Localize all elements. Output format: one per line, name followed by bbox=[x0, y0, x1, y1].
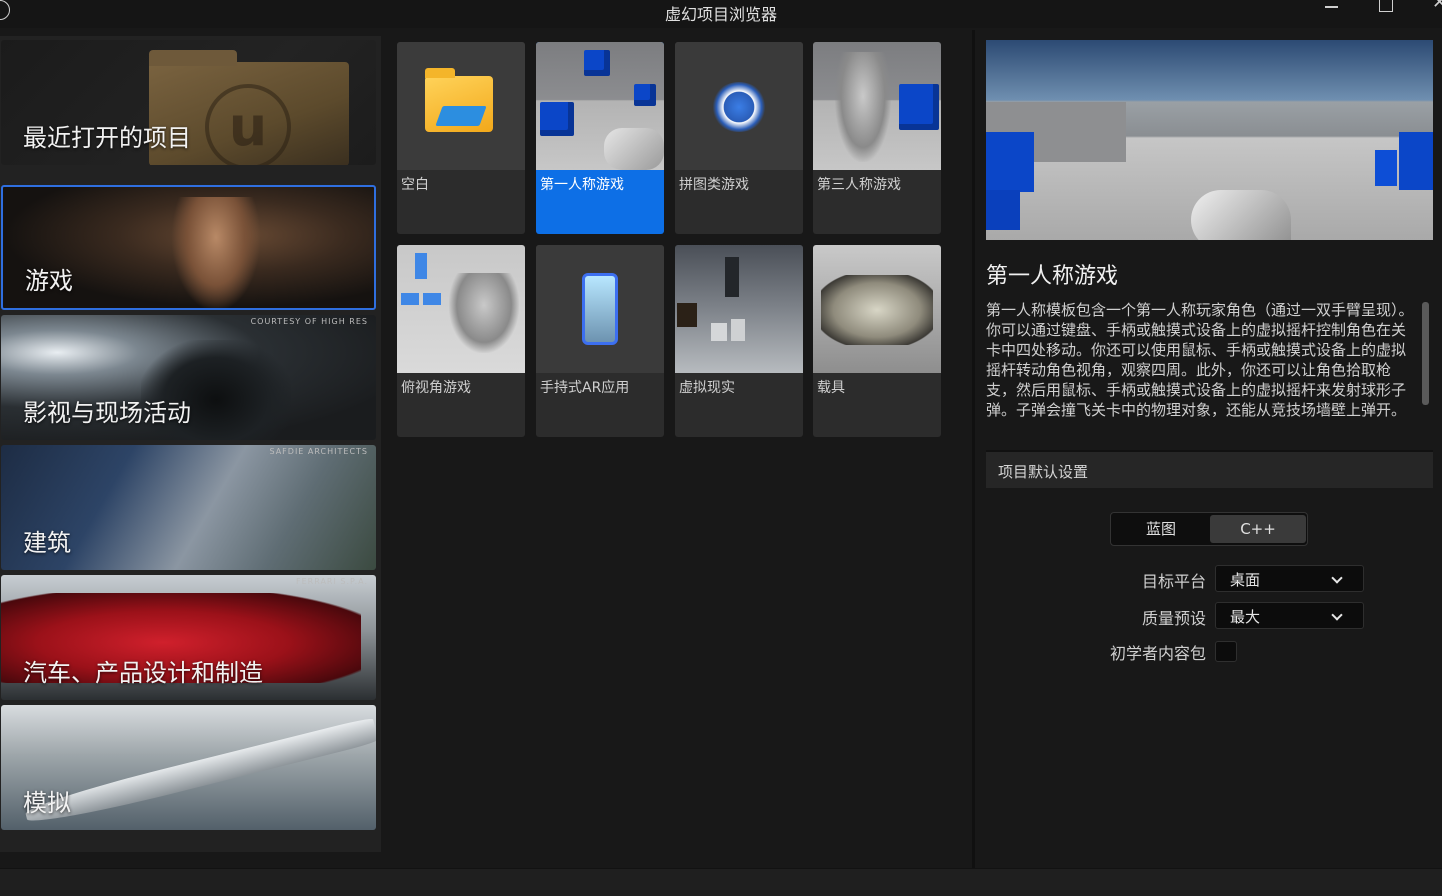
target-platform-select[interactable]: 桌面 bbox=[1215, 565, 1364, 592]
category-games[interactable]: 游戏 bbox=[1, 185, 376, 310]
category-label: 建筑 bbox=[23, 529, 71, 557]
unreal-logo-icon: u bbox=[205, 84, 291, 165]
blueprint-option[interactable]: 蓝图 bbox=[1113, 515, 1209, 543]
category-image bbox=[171, 197, 261, 308]
category-image bbox=[23, 716, 376, 830]
close-button[interactable]: ✕ bbox=[1420, 0, 1442, 24]
footer-bar bbox=[0, 868, 1442, 896]
description-scrollbar[interactable] bbox=[1422, 302, 1429, 405]
category-architecture[interactable]: SAFDIE ARCHITECTS 建筑 bbox=[1, 445, 376, 570]
template-preview-image bbox=[986, 40, 1433, 240]
category-label: 模拟 bbox=[23, 789, 71, 817]
quality-preset-select[interactable]: 最大 bbox=[1215, 602, 1364, 629]
template-name: 俯视角游戏 bbox=[401, 380, 471, 396]
template-name: 虚拟现实 bbox=[679, 380, 735, 396]
template-thumbnail bbox=[813, 245, 941, 373]
template-name: 空白 bbox=[401, 177, 429, 193]
template-handheld-ar[interactable]: 手持式AR应用 bbox=[536, 245, 664, 437]
category-simulation[interactable]: 模拟 bbox=[1, 705, 376, 830]
phone-icon bbox=[582, 273, 618, 345]
template-thumbnail bbox=[397, 42, 525, 170]
template-first-person[interactable]: 第一人称游戏 bbox=[536, 42, 664, 234]
template-name: 载具 bbox=[817, 380, 845, 396]
template-thumbnail bbox=[675, 42, 803, 170]
chevron-down-icon bbox=[1331, 572, 1343, 584]
car-image bbox=[821, 275, 933, 345]
title-bar: 虚幻项目浏览器 ✕ bbox=[0, 0, 1442, 28]
category-label: 影视与现场活动 bbox=[23, 399, 191, 427]
category-label: 游戏 bbox=[25, 267, 73, 295]
category-label: 最近打开的项目 bbox=[23, 124, 191, 152]
cpp-option[interactable]: C++ bbox=[1210, 515, 1306, 543]
template-thumbnail bbox=[675, 245, 803, 373]
template-top-down[interactable]: 俯视角游戏 bbox=[397, 245, 525, 437]
template-name: 第一人称游戏 bbox=[540, 177, 624, 193]
template-description: 第一人称模板包含一个第一人称玩家角色（通过一双手臂呈现）。你可以通过键盘、手柄或… bbox=[986, 301, 1414, 419]
window-title: 虚幻项目浏览器 bbox=[664, 5, 777, 24]
template-puzzle[interactable]: 拼图类游戏 bbox=[675, 42, 803, 234]
quality-preset-label: 质量预设 bbox=[1141, 609, 1206, 628]
template-blank[interactable]: 空白 bbox=[397, 42, 525, 234]
image-credit: FERRARI S.P.A. bbox=[296, 577, 368, 586]
project-browser-window: 虚幻项目浏览器 ✕ u 最近打开的项目 游戏 COURTESY OF HIGH … bbox=[0, 0, 1442, 896]
template-name: 拼图类游戏 bbox=[679, 177, 749, 193]
language-toggle: 蓝图 C++ bbox=[1110, 512, 1308, 546]
template-third-person[interactable]: 第三人称游戏 bbox=[813, 42, 941, 234]
select-value: 桌面 bbox=[1230, 571, 1261, 589]
template-name: 第三人称游戏 bbox=[817, 177, 901, 193]
category-label: 汽车、产品设计和制造 bbox=[23, 659, 263, 687]
template-thumbnail bbox=[536, 245, 664, 373]
section-title: 项目默认设置 bbox=[998, 463, 1089, 481]
template-vehicle[interactable]: 载具 bbox=[813, 245, 941, 437]
target-platform-label: 目标平台 bbox=[1141, 572, 1206, 591]
chevron-down-icon bbox=[1331, 609, 1343, 621]
starter-content-checkbox[interactable] bbox=[1215, 641, 1237, 662]
folder-icon bbox=[425, 68, 493, 132]
puzzle-icon bbox=[711, 82, 767, 132]
template-thumbnail bbox=[813, 42, 941, 170]
maximize-button[interactable] bbox=[1367, 0, 1403, 24]
template-virtual-reality[interactable]: 虚拟现实 bbox=[675, 245, 803, 437]
category-recent-projects[interactable]: u 最近打开的项目 bbox=[1, 40, 376, 165]
image-credit: COURTESY OF HIGH RES bbox=[250, 317, 368, 326]
category-automotive[interactable]: FERRARI S.P.A. 汽车、产品设计和制造 bbox=[1, 575, 376, 700]
template-title: 第一人称游戏 bbox=[986, 264, 1119, 289]
template-thumbnail bbox=[397, 245, 525, 373]
project-defaults-header[interactable]: 项目默认设置 bbox=[986, 450, 1433, 488]
minimize-button[interactable] bbox=[1314, 0, 1350, 24]
select-value: 最大 bbox=[1230, 608, 1261, 626]
template-name: 手持式AR应用 bbox=[540, 380, 630, 396]
template-thumbnail bbox=[536, 42, 664, 170]
panel-divider[interactable] bbox=[972, 30, 975, 868]
starter-content-label: 初学者内容包 bbox=[1109, 644, 1206, 663]
image-credit: SAFDIE ARCHITECTS bbox=[269, 447, 368, 456]
category-film-live-events[interactable]: COURTESY OF HIGH RES 影视与现场活动 bbox=[1, 315, 376, 440]
